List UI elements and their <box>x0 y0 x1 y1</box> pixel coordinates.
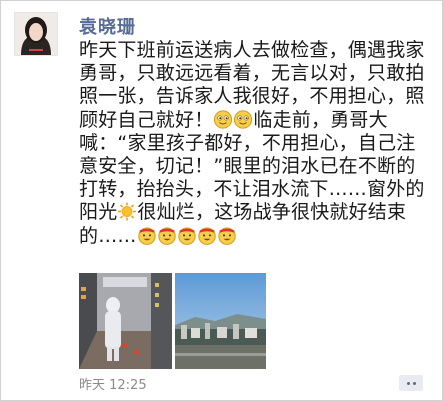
cheer-emoji-icon <box>197 226 217 245</box>
sun-emoji-icon <box>117 202 137 221</box>
hospital-corridor-photo[interactable] <box>79 273 172 369</box>
city-view-photo[interactable] <box>175 273 266 369</box>
cheer-emoji-icon <box>177 226 197 245</box>
cheer-emoji-icon <box>217 226 237 245</box>
more-dot-icon <box>406 381 410 385</box>
moments-post: 袁晓珊 昨天下班前运送病人去做检查，偶遇我家勇哥，只敢远远看着，无言以对，只敢拍… <box>0 0 443 401</box>
avatar[interactable] <box>14 12 58 56</box>
post-text: 昨天下班前运送病人去做检查，偶遇我家勇哥，只敢远远看着，无言以对，只敢拍照一张，… <box>79 39 429 248</box>
comment-more-button[interactable] <box>399 375 423 391</box>
author-name[interactable]: 袁晓珊 <box>79 13 136 39</box>
cheer-emoji-icon <box>137 226 157 245</box>
smile-emoji-icon <box>213 110 233 129</box>
cheer-emoji-icon <box>157 226 177 245</box>
smile-emoji-icon <box>233 110 253 129</box>
more-dot-icon <box>412 381 416 385</box>
timestamp: 昨天 12:25 <box>79 378 147 393</box>
